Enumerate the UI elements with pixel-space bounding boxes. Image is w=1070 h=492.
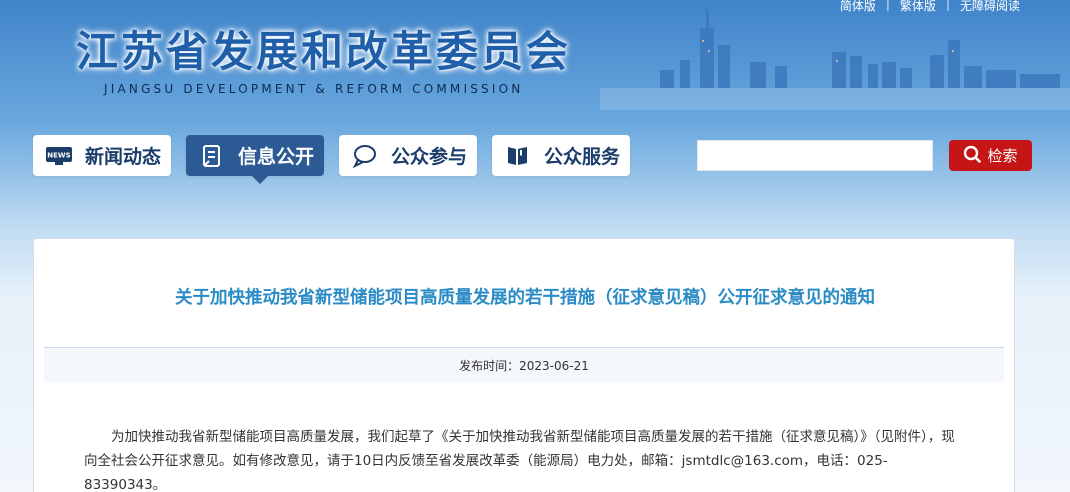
document-icon (198, 144, 226, 168)
svg-text:NEWS: NEWS (47, 151, 70, 159)
publish-time-text: 发布时间：2023-06-21 (459, 358, 589, 373)
chat-icon (351, 144, 379, 168)
search-input[interactable] (697, 140, 933, 171)
nav-label: 公众参与 (391, 146, 468, 168)
nav-item-participation[interactable]: 公众参与 (339, 135, 478, 176)
nav-item-info[interactable]: 信息公开 (186, 135, 325, 184)
nav-item-news[interactable]: NEWS 新闻动态 (33, 135, 172, 176)
main-nav: NEWS 新闻动态 信息公开 公众参与 公众服务 (33, 135, 631, 184)
site-logo-title[interactable]: 江苏省发展和改革委员会 (76, 18, 571, 79)
article-panel: 关于加快推动我省新型储能项目高质量发展的若干措施（征求意见稿）公开征求意见的通知… (33, 238, 1015, 492)
nav-label: 新闻动态 (85, 146, 162, 168)
search-button[interactable]: 检索 (949, 140, 1032, 171)
link-traditional[interactable]: 繁体版 (890, 0, 946, 14)
article-body: 为加快推动我省新型储能项目高质量发展，我们起草了《关于加快推动我省新型储能项目高… (84, 429, 955, 492)
link-simplified[interactable]: 简体版 (830, 0, 886, 14)
article-title: 关于加快推动我省新型储能项目高质量发展的若干措施（征求意见稿）公开征求意见的通知 (175, 288, 875, 308)
book-icon (504, 144, 532, 168)
nav-label: 公众服务 (544, 146, 621, 168)
search-button-label: 检索 (987, 147, 1018, 165)
site-logo-subtitle: JIANGSU DEVELOPMENT & REFORM COMMISSION (104, 82, 524, 96)
nav-item-services[interactable]: 公众服务 (492, 135, 631, 176)
city-skyline-banner (600, 10, 1070, 110)
search-icon (963, 145, 982, 167)
publish-time: 发布时间：2023-06-21 (44, 347, 1004, 382)
link-accessibility[interactable]: 无障碍阅读 (950, 0, 1030, 14)
news-icon: NEWS (45, 144, 73, 168)
site-header: 简体版 | 繁体版 | 无障碍阅读 江苏省发展和改革委员会 JIANGSU DE… (0, 0, 1070, 240)
top-links: 简体版 | 繁体版 | 无障碍阅读 (830, 0, 1030, 14)
nav-label: 信息公开 (238, 146, 315, 168)
